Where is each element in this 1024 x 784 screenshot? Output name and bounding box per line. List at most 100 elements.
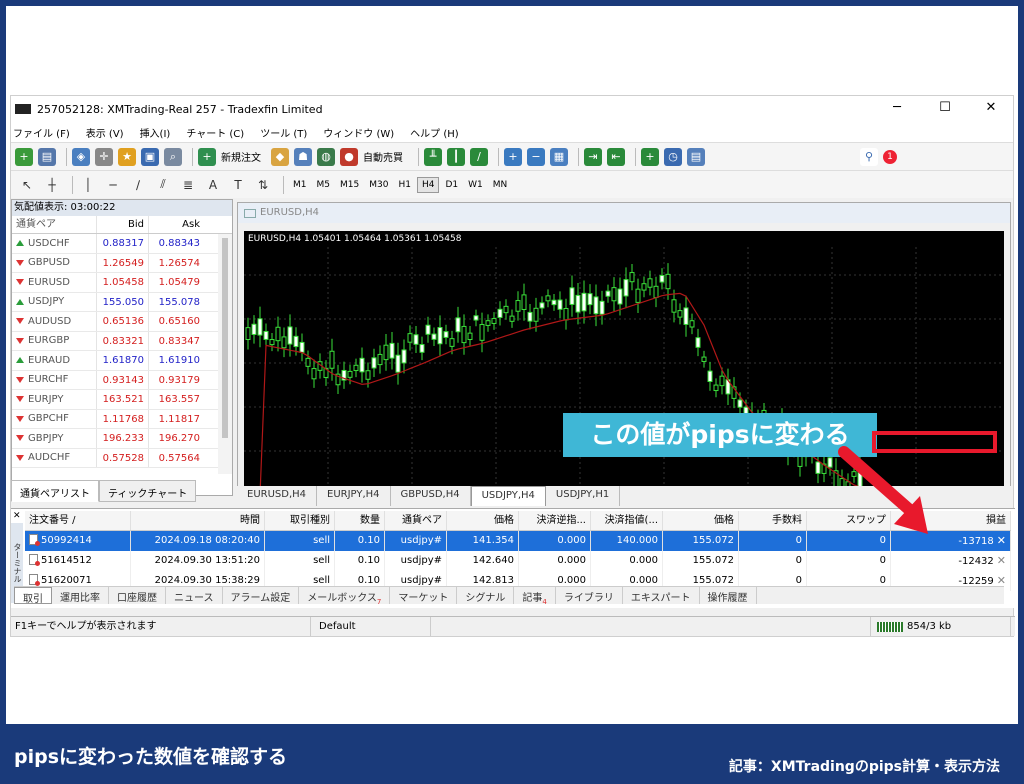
close-button[interactable]: ✕	[981, 100, 1001, 115]
line-chart-icon[interactable]: ∕	[470, 147, 488, 166]
templates-icon[interactable]: ▤	[687, 147, 705, 166]
market-watch-row[interactable]: EURUSD 1.05458 1.05479	[12, 273, 232, 293]
equidistant-channel-icon[interactable]: ⫽	[153, 177, 173, 192]
timeframe-h1[interactable]: H1	[394, 178, 415, 192]
terminal-col-header[interactable]: 通貨ペア	[385, 511, 447, 530]
market-watch-row[interactable]: AUDCHF 0.57528 0.57564	[12, 448, 232, 468]
signals-icon[interactable]: ☗	[294, 147, 312, 166]
timeframe-m30[interactable]: M30	[365, 178, 392, 192]
menu-insert[interactable]: 挿入(I)	[140, 125, 171, 140]
terminal-col-header[interactable]: 注文番号 /	[25, 511, 131, 530]
market-watch-icon[interactable]: ◈	[72, 147, 90, 166]
cursor-icon[interactable]: ↖	[17, 178, 37, 192]
notification-icon[interactable]: 1	[883, 149, 897, 164]
auto-trade-icon[interactable]: ●	[340, 147, 358, 166]
chart-tab-usdjpy-h4[interactable]: USDJPY,H4	[470, 486, 546, 506]
market-icon[interactable]: ◍	[317, 147, 335, 166]
market-watch-row[interactable]: USDJPY 155.050 155.078	[12, 292, 232, 312]
new-order-icon[interactable]: +	[198, 147, 216, 166]
close-order-icon[interactable]: ✕	[994, 554, 1006, 567]
menu-help[interactable]: ヘルプ (H)	[410, 125, 459, 140]
terminal-col-header[interactable]: 決済指値(...	[591, 511, 663, 530]
candlestick-icon[interactable]: ┃	[447, 147, 465, 166]
periods-icon[interactable]: ◷	[664, 147, 682, 166]
terminal-tab[interactable]: 操作履歴	[700, 587, 757, 604]
search-icon[interactable]: ⚲	[860, 147, 878, 166]
new-chart-icon[interactable]: +	[15, 147, 33, 166]
market-watch-row[interactable]: EURJPY 163.521 163.557	[12, 390, 232, 410]
terminal-tab[interactable]: ライブラリ	[556, 587, 623, 604]
menu-chart[interactable]: チャート (C)	[186, 125, 244, 140]
maximize-button[interactable]: ☐	[935, 100, 955, 115]
market-watch-row[interactable]: GBPCHF 1.11768 1.11817	[12, 409, 232, 429]
minimize-button[interactable]: ─	[887, 100, 907, 115]
menu-file[interactable]: ファイル (F)	[13, 125, 70, 140]
terminal-col-header[interactable]: 手数料	[739, 511, 807, 530]
market-watch-row[interactable]: EURGBP 0.83321 0.83347	[12, 331, 232, 351]
text-label-icon[interactable]: T	[228, 178, 248, 192]
timeframe-m15[interactable]: M15	[336, 178, 363, 192]
market-watch-row[interactable]: EURAUD 1.61870 1.61910	[12, 351, 232, 371]
terminal-tab[interactable]: 運用比率	[52, 587, 109, 604]
horizontal-line-icon[interactable]: ─	[103, 178, 123, 192]
market-watch-row[interactable]: GBPUSD 1.26549 1.26574	[12, 253, 232, 273]
terminal-tab[interactable]: 記事4	[514, 587, 556, 606]
timeframe-w1[interactable]: W1	[464, 178, 487, 192]
zoom-out-icon[interactable]: −	[527, 147, 545, 166]
trade-row[interactable]: 51614512 2024.09.30 13:51:20 sell 0.10 usdjp…	[25, 551, 1011, 571]
timeframe-d1[interactable]: D1	[441, 178, 462, 192]
market-watch-scrollbar[interactable]	[218, 234, 232, 474]
crosshair-icon[interactable]: ┼	[42, 178, 62, 192]
trendline-icon[interactable]: ∕	[128, 178, 148, 192]
timeframe-m1[interactable]: M1	[289, 178, 311, 192]
text-icon[interactable]: A	[203, 178, 223, 192]
chart-tab-gbpusd-h4[interactable]: GBPUSD,H4	[391, 486, 471, 506]
terminal-tab[interactable]: 口座履歴	[109, 587, 166, 604]
market-watch-row[interactable]: EURCHF 0.93143 0.93179	[12, 370, 232, 390]
terminal-tab[interactable]: マーケット	[390, 587, 458, 604]
terminal-icon[interactable]: ▣	[141, 147, 159, 166]
chart-shift-icon[interactable]: ⇤	[607, 147, 625, 166]
tab-symbols[interactable]: 通貨ペアリスト	[11, 480, 99, 502]
new-order-button[interactable]: 新規注文	[221, 149, 261, 164]
terminal-tab[interactable]: シグナル	[457, 587, 515, 604]
fibonacci-icon[interactable]: ≣	[178, 178, 198, 192]
zoom-in-icon[interactable]: +	[504, 147, 522, 166]
indicators-icon[interactable]: +	[641, 147, 659, 166]
terminal-tab[interactable]: 取引	[14, 587, 52, 605]
timeframe-m5[interactable]: M5	[313, 178, 335, 192]
data-window-icon[interactable]: ✛	[95, 147, 113, 166]
chart-tab-usdjpy-h1[interactable]: USDJPY,H1	[546, 486, 621, 506]
vertical-line-icon[interactable]: │	[78, 178, 98, 192]
terminal-tab[interactable]: ニュース	[166, 587, 223, 604]
market-watch-row[interactable]: AUDUSD 0.65136 0.65160	[12, 312, 232, 332]
terminal-col-header[interactable]: 価格	[447, 511, 519, 530]
menu-tools[interactable]: ツール (T)	[260, 125, 307, 140]
metaeditor-icon[interactable]: ◆	[271, 147, 289, 166]
chart-tab-eurusd-h4[interactable]: EURUSD,H4	[237, 486, 318, 506]
terminal-col-header[interactable]: 取引種別	[265, 511, 335, 530]
autoscroll-icon[interactable]: ⇥	[584, 147, 602, 166]
close-order-icon[interactable]: ✕	[994, 534, 1006, 547]
arrows-icon[interactable]: ⇅	[253, 178, 273, 192]
terminal-col-header[interactable]: 時間	[131, 511, 265, 530]
profiles-icon[interactable]: ▤	[38, 147, 56, 166]
timeframe-mn[interactable]: MN	[489, 178, 512, 192]
terminal-tab[interactable]: アラーム設定	[223, 587, 300, 604]
market-watch-row[interactable]: GBPJPY 196.233 196.270	[12, 429, 232, 449]
navigator-icon[interactable]: ★	[118, 147, 136, 166]
tester-icon[interactable]: ⌕	[164, 147, 182, 166]
tab-tick-chart[interactable]: ティックチャート	[99, 480, 197, 502]
menu-view[interactable]: 表示 (V)	[86, 125, 124, 140]
terminal-close-icon[interactable]: ✕	[13, 511, 21, 521]
bar-chart-icon[interactable]: ╨	[424, 147, 442, 166]
menu-window[interactable]: ウィンドウ (W)	[323, 125, 394, 140]
col-symbol[interactable]: 通貨ペア	[12, 216, 96, 233]
tile-windows-icon[interactable]: ▦	[550, 147, 568, 166]
terminal-col-header[interactable]: 数量	[335, 511, 385, 530]
terminal-col-header[interactable]: 価格	[663, 511, 739, 530]
terminal-tab[interactable]: エキスパート	[623, 587, 700, 604]
timeframe-h4[interactable]: H4	[416, 176, 440, 193]
col-bid[interactable]: Bid	[96, 216, 148, 233]
chart-tab-eurjpy-h4[interactable]: EURJPY,H4	[317, 486, 391, 506]
